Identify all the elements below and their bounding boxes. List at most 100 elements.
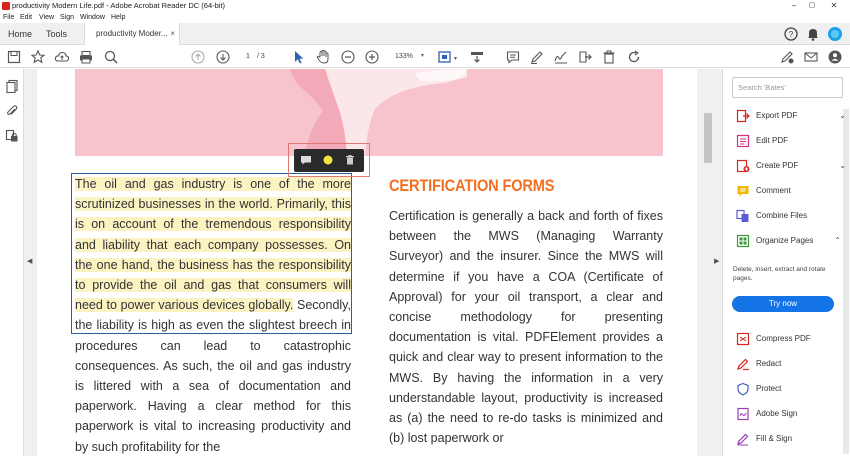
email-icon[interactable] — [803, 49, 819, 65]
comment-bubble-icon[interactable] — [299, 153, 313, 167]
comment-icon — [737, 186, 749, 197]
document-scrollbar-thumb[interactable] — [704, 113, 712, 163]
previous-page-icon[interactable] — [190, 49, 206, 65]
section-heading: CERTIFICATION FORMS — [389, 176, 555, 195]
close-window-button[interactable]: ✕ — [824, 0, 844, 12]
highlighted-selection[interactable]: The oil and gas industry is one of the m… — [75, 177, 351, 313]
expand-right-pane-icon[interactable]: ▶ — [714, 257, 719, 265]
account-settings-icon[interactable] — [827, 49, 843, 65]
tool-protect[interactable]: Protect — [736, 380, 846, 398]
right-column-paragraph[interactable]: Certification is generally a back and fo… — [389, 206, 663, 448]
tool-adobe-sign[interactable]: Adobe Sign — [736, 405, 846, 423]
tab-tools[interactable]: Tools — [46, 23, 67, 45]
delete-trash-icon[interactable] — [601, 49, 617, 65]
scroll-mode-icon[interactable] — [469, 49, 485, 65]
window-title: productivity Modern Life.pdf - Adobe Acr… — [12, 1, 226, 10]
tool-combine-files[interactable]: Combine Files — [736, 207, 846, 225]
chevron-down-icon[interactable]: ⌄ — [839, 107, 846, 125]
tool-export-pdf[interactable]: Export PDF ⌄ — [736, 107, 846, 125]
fit-page-icon[interactable]: ▾ — [437, 49, 459, 65]
menu-help[interactable]: Help — [111, 12, 125, 23]
cloud-upload-icon[interactable] — [54, 49, 70, 65]
add-comment-icon[interactable] — [505, 49, 521, 65]
sign-icon[interactable] — [553, 49, 569, 65]
acrobat-app-icon — [2, 2, 10, 10]
page-thumbnails-icon[interactable] — [5, 79, 19, 94]
left-column-paragraph[interactable]: The oil and gas industry is one of the m… — [75, 174, 351, 457]
tab-document-label: productivity Moder... — [96, 29, 168, 38]
organize-pages-icon — [736, 234, 750, 248]
chevron-down-icon: ▾ — [420, 53, 424, 59]
menu-view[interactable]: View — [39, 12, 54, 23]
try-now-button[interactable]: Try now — [732, 296, 834, 312]
tool-label: Organize Pages — [756, 236, 814, 245]
hand-tool-icon[interactable] — [315, 49, 331, 65]
annotation-popup-toolbar — [294, 149, 364, 172]
menu-file[interactable]: File — [3, 12, 14, 23]
tool-create-pdf[interactable]: Create PDF ⌄ — [736, 157, 846, 175]
main-toolbar: 1 / 3 133% ▾ ▾ — [0, 45, 850, 68]
chevron-up-icon[interactable]: ⌃ — [834, 232, 841, 250]
svg-text:?: ? — [789, 30, 794, 39]
tool-label: Combine Files — [756, 211, 808, 220]
left-navigation-pane — [0, 69, 24, 456]
menu-window[interactable]: Window — [80, 12, 105, 23]
tool-label: Create PDF — [756, 161, 799, 170]
menu-sign[interactable]: Sign — [60, 12, 74, 23]
tool-redact[interactable]: Redact — [736, 355, 846, 373]
fill-sign-icon — [737, 433, 749, 446]
tab-document[interactable]: productivity Moder... × — [84, 23, 180, 45]
zoom-out-icon[interactable] — [340, 49, 356, 65]
bookmark-star-icon[interactable] — [30, 49, 46, 65]
chevron-down-icon[interactable]: ⌄ — [839, 157, 846, 175]
svg-text:▾: ▾ — [454, 56, 457, 62]
adobe-sign-icon — [737, 407, 749, 421]
select-cursor-icon[interactable] — [291, 49, 307, 65]
export-pdf-icon — [736, 109, 750, 123]
attachments-paperclip-icon[interactable] — [5, 104, 19, 118]
close-tab-icon[interactable]: × — [170, 23, 175, 45]
minimize-button[interactable]: – — [784, 0, 804, 12]
highlight-pen-icon[interactable] — [529, 49, 545, 65]
tool-label: Protect — [756, 384, 782, 393]
tool-comment[interactable]: Comment — [736, 182, 846, 200]
tab-bar: Home Tools productivity Moder... × ? — [0, 23, 850, 45]
notifications-bell-icon[interactable] — [805, 26, 821, 42]
collapse-left-pane-icon[interactable]: ◀ — [27, 257, 32, 265]
print-icon[interactable] — [78, 49, 94, 65]
tool-edit-pdf[interactable]: Edit PDF — [736, 132, 846, 150]
next-page-icon[interactable] — [215, 49, 231, 65]
zoom-search-icon[interactable] — [103, 49, 119, 65]
help-icon[interactable]: ? — [783, 26, 799, 42]
account-avatar-icon[interactable] — [827, 26, 843, 42]
security-lock-icon[interactable] — [5, 129, 19, 143]
pdf-page: The oil and gas industry is one of the m… — [37, 69, 697, 456]
tool-fill-sign[interactable]: Fill & Sign — [736, 430, 846, 448]
tool-compress-pdf[interactable]: Compress PDF — [736, 330, 846, 348]
zoom-level-select[interactable]: 133% ▾ — [388, 50, 426, 63]
zoom-in-icon[interactable] — [364, 49, 380, 65]
menu-edit[interactable]: Edit — [20, 12, 32, 23]
page-number-input[interactable]: 1 — [241, 51, 255, 62]
page-total: / 3 — [257, 53, 265, 60]
tool-label: Export PDF — [756, 111, 798, 120]
left-scroll-gutter: ◀ — [24, 69, 37, 456]
paragraph-continuation: Secondly, the liability is high as even … — [75, 298, 351, 454]
save-icon[interactable] — [6, 49, 22, 65]
tool-label: Redact — [756, 359, 782, 368]
delete-annotation-icon[interactable] — [343, 153, 357, 167]
share-icon[interactable] — [577, 49, 593, 65]
rotate-icon[interactable] — [626, 49, 642, 65]
tool-organize-pages[interactable]: Organize Pages ⌃ — [736, 232, 846, 250]
protect-icon — [737, 382, 749, 396]
combine-files-icon — [736, 209, 749, 222]
tool-label: Adobe Sign — [756, 409, 798, 418]
tool-label: Compress PDF — [756, 334, 811, 343]
maximize-button[interactable]: ▢ — [802, 0, 822, 12]
tool-label: Fill & Sign — [756, 434, 793, 443]
menu-bar: File Edit View Sign Window Help — [0, 12, 850, 23]
edit-signature-icon[interactable] — [779, 49, 795, 65]
tab-home[interactable]: Home — [8, 23, 32, 45]
tools-search-input[interactable]: Search 'Bates' — [732, 77, 843, 98]
highlight-color-icon[interactable] — [321, 153, 335, 167]
